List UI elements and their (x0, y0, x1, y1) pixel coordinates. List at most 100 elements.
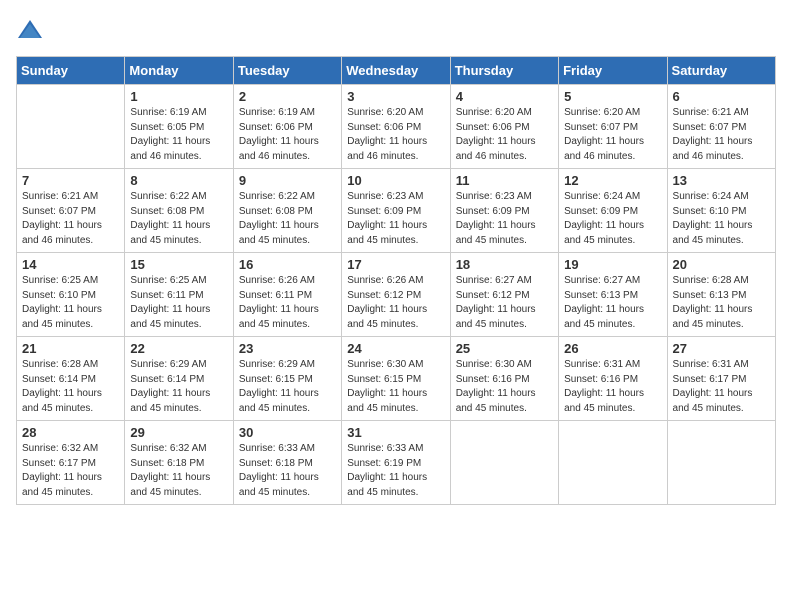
weekday-header-thursday: Thursday (450, 57, 558, 85)
day-number: 15 (130, 257, 227, 272)
day-info: Sunrise: 6:29 AM Sunset: 6:15 PM Dayligh… (239, 358, 336, 416)
weekday-header-sunday: Sunday (17, 57, 125, 85)
calendar-cell: 15 Sunrise: 6:25 AM Sunset: 6:11 PM Dayli… (125, 253, 233, 337)
day-number: 28 (22, 425, 119, 440)
weekday-header-wednesday: Wednesday (342, 57, 450, 85)
calendar-cell: 27Sunrise: 6:31 AM Sunset: 6:17 PM Dayli… (667, 337, 775, 421)
day-info: Sunrise: 6:24 AM Sunset: 6:10 PM Dayligh… (673, 190, 770, 248)
calendar-cell: 28 Sunrise: 6:32 AM Sunset: 6:17 PM Dayli… (17, 421, 125, 505)
day-info: Sunrise: 6:27 AM Sunset: 6:12 PM Dayligh… (456, 274, 553, 332)
calendar-cell: 4 Sunrise: 6:20 AM Sunset: 6:06 PM Daylig… (450, 85, 558, 169)
day-info: Sunrise: 6:29 AM Sunset: 6:14 PM Dayligh… (130, 358, 227, 416)
day-info: Sunrise: 6:30 AM Sunset: 6:15 PM Dayligh… (347, 358, 444, 416)
calendar-cell: 31 Sunrise: 6:33 AM Sunset: 6:19 PM Dayli… (342, 421, 450, 505)
day-info: Sunrise: 6:32 AM Sunset: 6:18 PM Dayligh… (130, 442, 227, 500)
day-number: 4 (456, 89, 553, 104)
day-number: 1 (130, 89, 227, 104)
calendar-cell: 25Sunrise: 6:30 AM Sunset: 6:16 PM Dayli… (450, 337, 558, 421)
day-number: 2 (239, 89, 336, 104)
day-info: Sunrise: 6:31 AM Sunset: 6:17 PM Dayligh… (673, 358, 770, 416)
calendar-cell: 14Sunrise: 6:25 AM Sunset: 6:10 PM Dayli… (17, 253, 125, 337)
calendar-cell: 1 Sunrise: 6:19 AM Sunset: 6:05 PM Daylig… (125, 85, 233, 169)
calendar-cell: 9 Sunrise: 6:22 AM Sunset: 6:08 PM Daylig… (233, 169, 341, 253)
day-number: 10 (347, 173, 444, 188)
calendar-week-row: 14Sunrise: 6:25 AM Sunset: 6:10 PM Dayli… (17, 253, 776, 337)
calendar-cell: 5Sunrise: 6:20 AM Sunset: 6:07 PM Daylig… (559, 85, 667, 169)
day-info: Sunrise: 6:26 AM Sunset: 6:12 PM Dayligh… (347, 274, 444, 332)
calendar-cell: 12 Sunrise: 6:24 AM Sunset: 6:09 PM Dayli… (559, 169, 667, 253)
calendar-cell: 7 Sunrise: 6:21 AM Sunset: 6:07 PM Daylig… (17, 169, 125, 253)
calendar-cell: 6Sunrise: 6:21 AM Sunset: 6:07 PM Daylig… (667, 85, 775, 169)
day-number: 6 (673, 89, 770, 104)
day-info: Sunrise: 6:21 AM Sunset: 6:07 PM Dayligh… (22, 190, 119, 248)
calendar-week-row: 28 Sunrise: 6:32 AM Sunset: 6:17 PM Dayli… (17, 421, 776, 505)
calendar-cell: 26 Sunrise: 6:31 AM Sunset: 6:16 PM Dayli… (559, 337, 667, 421)
day-info: Sunrise: 6:33 AM Sunset: 6:19 PM Dayligh… (347, 442, 444, 500)
day-info: Sunrise: 6:26 AM Sunset: 6:11 PM Dayligh… (239, 274, 336, 332)
calendar-cell: 18 Sunrise: 6:27 AM Sunset: 6:12 PM Dayli… (450, 253, 558, 337)
logo-icon (16, 16, 44, 44)
day-info: Sunrise: 6:20 AM Sunset: 6:06 PM Dayligh… (347, 106, 444, 164)
weekday-header-row: SundayMondayTuesdayWednesdayThursdayFrid… (17, 57, 776, 85)
calendar-cell: 30 Sunrise: 6:33 AM Sunset: 6:18 PM Dayli… (233, 421, 341, 505)
day-number: 31 (347, 425, 444, 440)
weekday-header-tuesday: Tuesday (233, 57, 341, 85)
day-number: 22 (130, 341, 227, 356)
day-number: 29 (130, 425, 227, 440)
calendar-cell: 11Sunrise: 6:23 AM Sunset: 6:09 PM Dayli… (450, 169, 558, 253)
day-number: 13 (673, 173, 770, 188)
calendar-cell: 29 Sunrise: 6:32 AM Sunset: 6:18 PM Dayli… (125, 421, 233, 505)
day-number: 8 (130, 173, 227, 188)
day-info: Sunrise: 6:33 AM Sunset: 6:18 PM Dayligh… (239, 442, 336, 500)
day-number: 3 (347, 89, 444, 104)
day-info: Sunrise: 6:20 AM Sunset: 6:06 PM Dayligh… (456, 106, 553, 164)
calendar-cell (450, 421, 558, 505)
day-info: Sunrise: 6:28 AM Sunset: 6:14 PM Dayligh… (22, 358, 119, 416)
calendar-cell: 3 Sunrise: 6:20 AM Sunset: 6:06 PM Daylig… (342, 85, 450, 169)
day-number: 30 (239, 425, 336, 440)
day-info: Sunrise: 6:19 AM Sunset: 6:06 PM Dayligh… (239, 106, 336, 164)
day-info: Sunrise: 6:22 AM Sunset: 6:08 PM Dayligh… (130, 190, 227, 248)
day-number: 23 (239, 341, 336, 356)
calendar-cell: 20 Sunrise: 6:28 AM Sunset: 6:13 PM Dayli… (667, 253, 775, 337)
calendar-cell: 16 Sunrise: 6:26 AM Sunset: 6:11 PM Dayli… (233, 253, 341, 337)
calendar-cell: 21 Sunrise: 6:28 AM Sunset: 6:14 PM Dayli… (17, 337, 125, 421)
calendar-cell: 2 Sunrise: 6:19 AM Sunset: 6:06 PM Daylig… (233, 85, 341, 169)
day-number: 18 (456, 257, 553, 272)
calendar-cell (667, 421, 775, 505)
day-number: 12 (564, 173, 661, 188)
day-info: Sunrise: 6:32 AM Sunset: 6:17 PM Dayligh… (22, 442, 119, 500)
calendar-week-row: 21 Sunrise: 6:28 AM Sunset: 6:14 PM Dayli… (17, 337, 776, 421)
day-number: 7 (22, 173, 119, 188)
day-number: 16 (239, 257, 336, 272)
day-number: 26 (564, 341, 661, 356)
calendar-cell: 24 Sunrise: 6:30 AM Sunset: 6:15 PM Dayli… (342, 337, 450, 421)
day-info: Sunrise: 6:19 AM Sunset: 6:05 PM Dayligh… (130, 106, 227, 164)
day-number: 24 (347, 341, 444, 356)
day-info: Sunrise: 6:28 AM Sunset: 6:13 PM Dayligh… (673, 274, 770, 332)
calendar-cell: 23 Sunrise: 6:29 AM Sunset: 6:15 PM Dayli… (233, 337, 341, 421)
day-info: Sunrise: 6:24 AM Sunset: 6:09 PM Dayligh… (564, 190, 661, 248)
weekday-header-friday: Friday (559, 57, 667, 85)
day-number: 21 (22, 341, 119, 356)
day-info: Sunrise: 6:25 AM Sunset: 6:11 PM Dayligh… (130, 274, 227, 332)
logo (16, 16, 48, 44)
day-info: Sunrise: 6:22 AM Sunset: 6:08 PM Dayligh… (239, 190, 336, 248)
calendar-table: SundayMondayTuesdayWednesdayThursdayFrid… (16, 56, 776, 505)
day-number: 17 (347, 257, 444, 272)
day-info: Sunrise: 6:23 AM Sunset: 6:09 PM Dayligh… (456, 190, 553, 248)
day-info: Sunrise: 6:31 AM Sunset: 6:16 PM Dayligh… (564, 358, 661, 416)
day-info: Sunrise: 6:20 AM Sunset: 6:07 PM Dayligh… (564, 106, 661, 164)
day-number: 9 (239, 173, 336, 188)
calendar-week-row: 7 Sunrise: 6:21 AM Sunset: 6:07 PM Daylig… (17, 169, 776, 253)
weekday-header-saturday: Saturday (667, 57, 775, 85)
calendar-cell (559, 421, 667, 505)
calendar-cell: 10Sunrise: 6:23 AM Sunset: 6:09 PM Dayli… (342, 169, 450, 253)
day-number: 14 (22, 257, 119, 272)
calendar-cell: 8 Sunrise: 6:22 AM Sunset: 6:08 PM Daylig… (125, 169, 233, 253)
calendar-cell: 22 Sunrise: 6:29 AM Sunset: 6:14 PM Dayli… (125, 337, 233, 421)
day-number: 19 (564, 257, 661, 272)
day-info: Sunrise: 6:30 AM Sunset: 6:16 PM Dayligh… (456, 358, 553, 416)
day-number: 20 (673, 257, 770, 272)
calendar-cell: 19Sunrise: 6:27 AM Sunset: 6:13 PM Dayli… (559, 253, 667, 337)
